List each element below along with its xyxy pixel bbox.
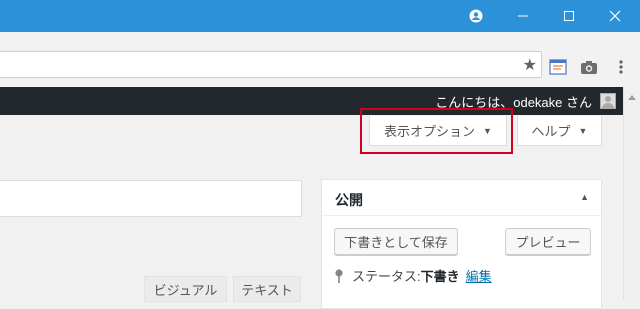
- status-label: ステータス:: [352, 269, 421, 284]
- maximize-icon[interactable]: [546, 0, 592, 32]
- publish-box-title: 公開: [335, 192, 363, 208]
- browser-menu-icon[interactable]: [610, 56, 632, 78]
- wp-admin-bar: こんにちは、odekake さん: [0, 87, 640, 115]
- address-bar[interactable]: ★: [0, 51, 542, 78]
- scroll-up-arrow-icon[interactable]: [628, 95, 636, 100]
- status-edit-link[interactable]: 編集: [466, 266, 492, 285]
- save-draft-button[interactable]: 下書きとして保存: [334, 228, 458, 255]
- bookmark-star-icon[interactable]: ★: [523, 55, 537, 75]
- preview-button[interactable]: プレビュー: [505, 228, 591, 255]
- publish-box: 公開 ▲ 下書きとして保存 プレビュー ステータス: 下書き 編集: [321, 179, 602, 309]
- help-button[interactable]: ヘルプ ▼: [517, 116, 602, 146]
- post-title-input[interactable]: [0, 180, 302, 217]
- account-icon[interactable]: [453, 0, 499, 32]
- screen-options-highlight: [360, 108, 513, 154]
- status-value: 下書き: [420, 269, 460, 284]
- post-status-row: ステータス: 下書き 編集: [334, 266, 492, 285]
- tab-text[interactable]: テキスト: [233, 276, 301, 302]
- camera-icon[interactable]: [578, 56, 600, 78]
- close-icon[interactable]: [592, 0, 638, 32]
- pin-icon: [334, 268, 344, 283]
- publish-box-toggle-icon[interactable]: ▲: [580, 192, 589, 202]
- extension-icon[interactable]: [547, 56, 569, 78]
- browser-toolbar: ★: [0, 32, 640, 88]
- minimize-icon[interactable]: [500, 0, 546, 32]
- help-arrow-icon: ▼: [578, 125, 588, 136]
- window-titlebar: [0, 0, 640, 32]
- page-scrollbar[interactable]: [623, 87, 640, 300]
- tab-visual[interactable]: ビジュアル: [144, 276, 227, 302]
- avatar[interactable]: [600, 93, 616, 109]
- publish-box-header[interactable]: 公開 ▲: [322, 180, 601, 216]
- help-label: ヘルプ: [531, 124, 571, 139]
